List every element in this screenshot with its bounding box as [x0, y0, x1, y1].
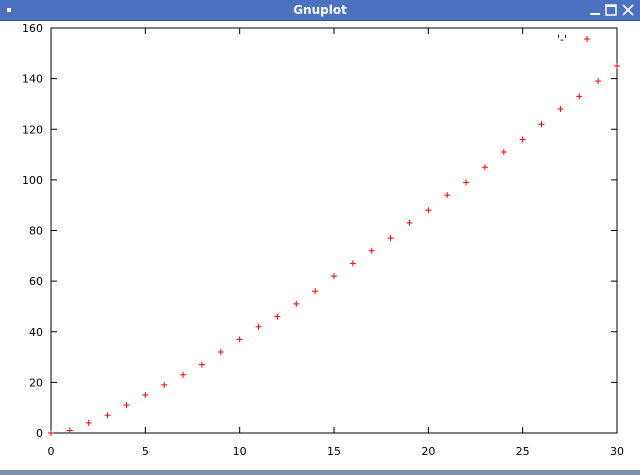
y-tick-label: 60	[29, 275, 43, 288]
x-tick-label: 15	[327, 445, 341, 458]
data-point	[406, 219, 413, 226]
data-point	[85, 419, 92, 426]
data-point	[236, 336, 243, 343]
x-tick-label: 25	[516, 445, 530, 458]
data-point	[331, 273, 337, 280]
x-tick-label: 20	[421, 445, 435, 458]
y-tick-label: 160	[22, 22, 43, 35]
y-tick-label: 80	[29, 225, 43, 238]
data-point	[198, 361, 205, 368]
window-title: Gnuplot	[293, 3, 347, 17]
window-bottom-edge	[0, 470, 640, 475]
data-point	[387, 235, 394, 242]
data-point	[217, 349, 224, 355]
x-tick-label: 5	[142, 445, 149, 458]
y-tick-label: 40	[29, 326, 43, 339]
x-tick-label: 0	[48, 445, 55, 458]
minimize-icon[interactable]	[588, 3, 602, 17]
data-point	[576, 93, 583, 100]
data-point	[142, 392, 149, 399]
y-tick-label: 0	[36, 427, 43, 440]
y-tick-label: 100	[22, 174, 43, 187]
data-point	[161, 381, 168, 388]
plot-area: 0 20 40 60 80 100 120 140 160 0 5 10 15 20 25 30 '-'	[22, 22, 624, 458]
data-point	[481, 164, 488, 171]
data-point	[425, 207, 432, 214]
data-point	[500, 149, 507, 156]
data-point	[538, 121, 545, 128]
data-point	[180, 371, 187, 378]
data-point	[614, 62, 620, 69]
data-point	[293, 300, 300, 307]
plot-border	[50, 27, 618, 434]
x-tick-label: 10	[233, 445, 247, 458]
y-tick-label: 140	[22, 73, 43, 86]
legend-marker	[584, 36, 590, 42]
y-tick-label: 20	[29, 376, 43, 389]
data-point	[444, 192, 451, 199]
x-tick-label: 30	[610, 445, 624, 458]
legend-label: '-'	[557, 33, 567, 46]
close-icon[interactable]	[621, 3, 635, 17]
data-point	[312, 288, 319, 295]
title-bar[interactable]: Gnuplot	[0, 0, 640, 21]
data-point	[48, 430, 54, 436]
data-point	[104, 412, 111, 419]
data-point	[368, 247, 375, 254]
data-point	[595, 78, 602, 85]
data-point	[557, 106, 564, 112]
maximize-icon[interactable]	[604, 3, 618, 17]
data-point	[255, 323, 262, 330]
data-point	[349, 260, 356, 267]
data-point	[274, 313, 281, 320]
data-point	[123, 402, 130, 409]
data-point	[463, 179, 470, 186]
data-point	[519, 136, 526, 143]
y-tick-label: 120	[22, 123, 43, 136]
gnuplot-window: Gnuplot 0 20 40 60 80 100 120 140 160 0 5 10 15 20 25 3…	[0, 0, 640, 475]
